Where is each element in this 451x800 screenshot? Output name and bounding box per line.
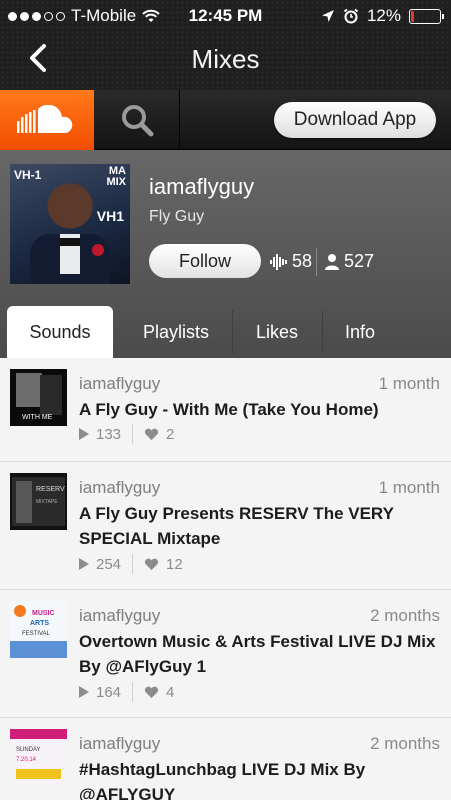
track-user[interactable]: iamaflyguy bbox=[79, 478, 160, 498]
track-user[interactable]: iamaflyguy bbox=[79, 606, 160, 626]
track-title[interactable]: A Fly Guy - With Me (Take You Home) bbox=[79, 397, 439, 422]
like-count: 12 bbox=[166, 555, 183, 573]
navigation-bar: Mixes bbox=[0, 32, 451, 90]
soundcloud-logo-icon[interactable] bbox=[0, 90, 94, 150]
svg-text:MIXTAPE: MIXTAPE bbox=[36, 499, 58, 505]
track-time: 2 months bbox=[370, 734, 440, 753]
track-time: 1 month bbox=[378, 374, 440, 393]
svg-text:RESERV: RESERV bbox=[36, 486, 65, 493]
profile-username: iamaflyguy bbox=[149, 174, 255, 199]
tab-sounds[interactable]: Sounds bbox=[7, 306, 113, 358]
play-icon bbox=[79, 428, 89, 440]
svg-text:SUNDAY: SUNDAY bbox=[16, 747, 41, 753]
heart-icon bbox=[144, 428, 159, 440]
heart-icon bbox=[144, 686, 159, 698]
soundcloud-toolbar: Download App bbox=[0, 90, 451, 150]
search-button[interactable] bbox=[94, 90, 180, 150]
track-time: 1 month bbox=[378, 478, 440, 497]
play-count: 254 bbox=[96, 555, 122, 573]
download-app-button[interactable]: Download App bbox=[274, 102, 436, 138]
search-icon bbox=[121, 105, 153, 137]
followers-count: 527 bbox=[344, 251, 375, 271]
track-artwork: WITH ME bbox=[10, 369, 67, 426]
person-icon bbox=[325, 253, 339, 270]
svg-text:7.20.14: 7.20.14 bbox=[16, 757, 37, 763]
stat-divider bbox=[316, 248, 317, 276]
track-artwork: MUSIC ARTS FESTIVAL bbox=[10, 601, 67, 658]
top-header: T-Mobile 12:45 PM 12% Mixes bbox=[0, 0, 451, 90]
svg-text:WITH ME: WITH ME bbox=[22, 414, 53, 421]
heart-icon bbox=[144, 558, 159, 570]
track-row[interactable]: RESERV MIXTAPE iamaflyguy 1 month A Fly … bbox=[0, 462, 451, 590]
like-count: 2 bbox=[166, 425, 175, 443]
svg-text:MUSIC: MUSIC bbox=[32, 610, 55, 617]
tracks-stat: 58 bbox=[270, 251, 312, 272]
play-count: 133 bbox=[96, 425, 122, 443]
track-time: 2 months bbox=[370, 606, 440, 625]
battery-icon bbox=[409, 8, 444, 24]
tab-info[interactable]: Info bbox=[322, 306, 398, 358]
track-artwork: RESERV MIXTAPE bbox=[10, 473, 67, 530]
track-user[interactable]: iamaflyguy bbox=[79, 734, 160, 754]
tab-playlists[interactable]: Playlists bbox=[120, 306, 232, 358]
track-title[interactable]: #HashtagLunchbag LIVE DJ Mix By @AFLYGUY bbox=[79, 757, 439, 800]
status-right: 12% bbox=[321, 6, 444, 26]
tracks-count: 58 bbox=[292, 251, 313, 271]
avatar: VH-1 MA MIX VH1 bbox=[10, 164, 130, 284]
follow-button[interactable]: Follow bbox=[149, 244, 261, 278]
play-icon bbox=[79, 558, 89, 570]
waveform-icon bbox=[270, 253, 287, 270]
followers-stat: 527 bbox=[324, 251, 374, 272]
tab-likes[interactable]: Likes bbox=[232, 306, 322, 358]
play-count: 164 bbox=[96, 683, 122, 701]
track-artwork: SUNDAY 7.20.14 bbox=[10, 729, 67, 786]
battery-percent: 12% bbox=[366, 6, 401, 25]
track-row[interactable]: MUSIC ARTS FESTIVAL iamaflyguy 2 months … bbox=[0, 590, 451, 718]
track-stats: 164 4 bbox=[79, 682, 174, 702]
track-row[interactable]: SUNDAY 7.20.14 iamaflyguy 2 months #Hash… bbox=[0, 718, 451, 800]
svg-text:ARTS: ARTS bbox=[30, 620, 49, 627]
alarm-icon bbox=[343, 8, 359, 24]
like-count: 4 bbox=[166, 683, 175, 701]
play-icon bbox=[79, 686, 89, 698]
track-row[interactable]: WITH ME iamaflyguy 1 month A Fly Guy - W… bbox=[0, 358, 451, 462]
track-title[interactable]: Overtown Music & Arts Festival LIVE DJ M… bbox=[79, 629, 439, 679]
location-arrow-icon bbox=[321, 10, 334, 22]
track-user[interactable]: iamaflyguy bbox=[79, 374, 160, 394]
page-title: Mixes bbox=[191, 44, 260, 74]
track-title[interactable]: A Fly Guy Presents RESERV The VERY SPECI… bbox=[79, 501, 439, 551]
profile-display-name: Fly Guy bbox=[149, 208, 205, 225]
track-list: WITH ME iamaflyguy 1 month A Fly Guy - W… bbox=[0, 358, 451, 800]
track-stats: 133 2 bbox=[79, 424, 174, 444]
svg-text:FESTIVAL: FESTIVAL bbox=[22, 631, 51, 637]
track-stats: 254 12 bbox=[79, 554, 183, 574]
status-bar: T-Mobile 12:45 PM 12% bbox=[0, 0, 451, 32]
